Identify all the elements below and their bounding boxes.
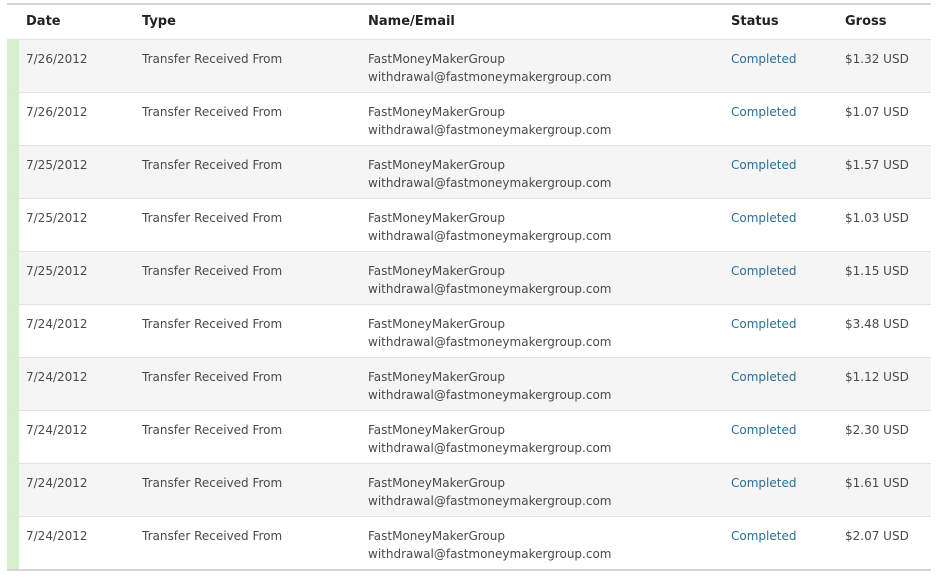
counterparty-name: FastMoneyMakerGroup [368, 476, 505, 490]
cell-type: Transfer Received From [142, 211, 283, 225]
counterparty-name: FastMoneyMakerGroup [368, 423, 505, 437]
status-link[interactable]: Completed [731, 315, 796, 333]
cell-date: 7/25/2012 [26, 211, 88, 225]
status-link[interactable]: Completed [731, 421, 796, 439]
status-link[interactable]: Completed [731, 368, 796, 386]
counterparty-name: FastMoneyMakerGroup [368, 370, 505, 384]
counterparty-name: FastMoneyMakerGroup [368, 264, 505, 278]
table-row[interactable]: 7/24/2012 Transfer Received From FastMoney… [7, 411, 931, 464]
cell-date: 7/24/2012 [26, 423, 88, 437]
cell-gross: $2.30 USD [845, 423, 909, 437]
cell-date: 7/24/2012 [26, 529, 88, 543]
counterparty-email: withdrawal@fastmoneymakergroup.com [368, 70, 612, 84]
row-marker [7, 93, 19, 145]
status-link[interactable]: Completed [731, 156, 796, 174]
counterparty-email: withdrawal@fastmoneymakergroup.com [368, 229, 612, 243]
cell-type: Transfer Received From [142, 105, 283, 119]
cell-name-email: FastMoneyMakerGroup withdrawal@fastmoneym… [368, 156, 612, 192]
cell-name-email: FastMoneyMakerGroup withdrawal@fastmoneym… [368, 315, 612, 351]
cell-gross: $1.15 USD [845, 264, 909, 278]
cell-date: 7/24/2012 [26, 476, 88, 490]
counterparty-email: withdrawal@fastmoneymakergroup.com [368, 547, 612, 561]
cell-date: 7/25/2012 [26, 264, 88, 278]
row-marker [7, 40, 19, 92]
counterparty-name: FastMoneyMakerGroup [368, 52, 505, 66]
cell-gross: $1.61 USD [845, 476, 909, 490]
cell-type: Transfer Received From [142, 370, 283, 384]
status-link[interactable]: Completed [731, 474, 796, 492]
table-row[interactable]: 7/25/2012 Transfer Received From FastMoney… [7, 199, 931, 252]
counterparty-email: withdrawal@fastmoneymakergroup.com [368, 282, 612, 296]
cell-date: 7/26/2012 [26, 105, 88, 119]
cell-name-email: FastMoneyMakerGroup withdrawal@fastmoneym… [368, 103, 612, 139]
table-header: Date Type Name/Email Status Gross [7, 5, 931, 40]
cell-gross: $1.57 USD [845, 158, 909, 172]
cell-gross: $1.32 USD [845, 52, 909, 66]
cell-name-email: FastMoneyMakerGroup withdrawal@fastmoneym… [368, 209, 612, 245]
transactions-table: Date Type Name/Email Status Gross 7/26/2… [7, 3, 931, 571]
counterparty-email: withdrawal@fastmoneymakergroup.com [368, 335, 612, 349]
cell-type: Transfer Received From [142, 529, 283, 543]
table-row[interactable]: 7/24/2012 Transfer Received From FastMoney… [7, 305, 931, 358]
table-row[interactable]: 7/24/2012 Transfer Received From FastMoney… [7, 464, 931, 517]
column-header-status[interactable]: Status [731, 14, 779, 29]
cell-type: Transfer Received From [142, 423, 283, 437]
cell-name-email: FastMoneyMakerGroup withdrawal@fastmoneym… [368, 527, 612, 563]
cell-type: Transfer Received From [142, 317, 283, 331]
cell-type: Transfer Received From [142, 52, 283, 66]
row-marker [7, 305, 19, 357]
cell-date: 7/24/2012 [26, 370, 88, 384]
cell-name-email: FastMoneyMakerGroup withdrawal@fastmoneym… [368, 262, 612, 298]
column-header-type[interactable]: Type [142, 14, 176, 29]
table-row[interactable]: 7/26/2012 Transfer Received From FastMoney… [7, 93, 931, 146]
row-marker [7, 358, 19, 410]
cell-gross: $3.48 USD [845, 317, 909, 331]
cell-name-email: FastMoneyMakerGroup withdrawal@fastmoneym… [368, 368, 612, 404]
status-link[interactable]: Completed [731, 50, 796, 68]
row-marker [7, 517, 19, 569]
counterparty-email: withdrawal@fastmoneymakergroup.com [368, 388, 612, 402]
row-marker [7, 199, 19, 251]
table-row[interactable]: 7/24/2012 Transfer Received From FastMoney… [7, 517, 931, 571]
cell-name-email: FastMoneyMakerGroup withdrawal@fastmoneym… [368, 421, 612, 457]
row-marker [7, 464, 19, 516]
row-marker [7, 252, 19, 304]
table-body: 7/26/2012 Transfer Received From FastMoney… [7, 40, 931, 571]
counterparty-name: FastMoneyMakerGroup [368, 317, 505, 331]
cell-type: Transfer Received From [142, 476, 283, 490]
cell-type: Transfer Received From [142, 264, 283, 278]
cell-gross: $2.07 USD [845, 529, 909, 543]
table-row[interactable]: 7/26/2012 Transfer Received From FastMoney… [7, 40, 931, 93]
counterparty-email: withdrawal@fastmoneymakergroup.com [368, 441, 612, 455]
cell-gross: $1.03 USD [845, 211, 909, 225]
counterparty-email: withdrawal@fastmoneymakergroup.com [368, 176, 612, 190]
status-link[interactable]: Completed [731, 262, 796, 280]
status-link[interactable]: Completed [731, 103, 796, 121]
column-header-date[interactable]: Date [26, 14, 61, 29]
column-header-name-email[interactable]: Name/Email [368, 14, 455, 29]
status-link[interactable]: Completed [731, 527, 796, 545]
column-header-gross[interactable]: Gross [845, 14, 887, 29]
table-row[interactable]: 7/25/2012 Transfer Received From FastMoney… [7, 252, 931, 305]
cell-type: Transfer Received From [142, 158, 283, 172]
status-link[interactable]: Completed [731, 209, 796, 227]
cell-gross: $1.12 USD [845, 370, 909, 384]
cell-date: 7/26/2012 [26, 52, 88, 66]
table-row[interactable]: 7/24/2012 Transfer Received From FastMoney… [7, 358, 931, 411]
cell-date: 7/24/2012 [26, 317, 88, 331]
cell-gross: $1.07 USD [845, 105, 909, 119]
counterparty-email: withdrawal@fastmoneymakergroup.com [368, 494, 612, 508]
cell-name-email: FastMoneyMakerGroup withdrawal@fastmoneym… [368, 50, 612, 86]
counterparty-email: withdrawal@fastmoneymakergroup.com [368, 123, 612, 137]
counterparty-name: FastMoneyMakerGroup [368, 158, 505, 172]
row-marker [7, 146, 19, 198]
counterparty-name: FastMoneyMakerGroup [368, 105, 505, 119]
counterparty-name: FastMoneyMakerGroup [368, 211, 505, 225]
counterparty-name: FastMoneyMakerGroup [368, 529, 505, 543]
cell-date: 7/25/2012 [26, 158, 88, 172]
row-marker [7, 411, 19, 463]
table-row[interactable]: 7/25/2012 Transfer Received From FastMoney… [7, 146, 931, 199]
cell-name-email: FastMoneyMakerGroup withdrawal@fastmoneym… [368, 474, 612, 510]
